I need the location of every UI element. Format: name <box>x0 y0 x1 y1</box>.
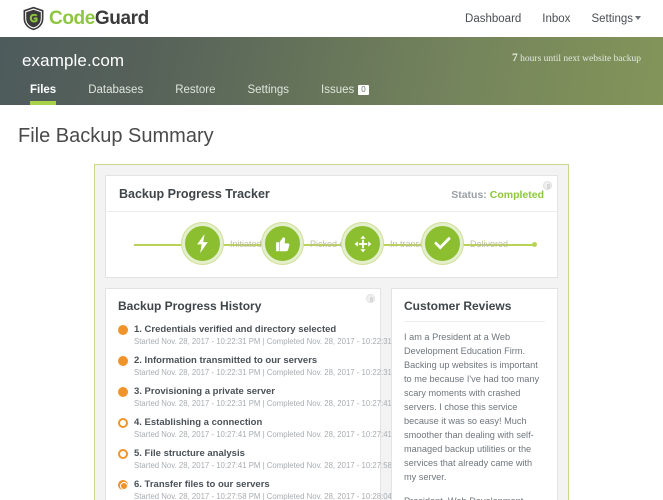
tab-issues-label: Issues <box>321 84 355 96</box>
status-bullet-icon <box>118 325 128 335</box>
tab-files[interactable]: Files <box>14 84 72 105</box>
history-title: Backup Progress History <box>118 299 262 313</box>
history-item-label: 6. Transfer files to our servers <box>134 479 270 490</box>
history-item-times: Started Nov. 28, 2017 - 10:22:31 PM | Co… <box>134 399 406 408</box>
tab-issues[interactable]: Issues 0 <box>305 84 385 105</box>
customer-reviews-panel: Customer Reviews I am a President at a W… <box>391 288 558 500</box>
history-item-times: Started Nov. 28, 2017 - 10:22:31 PM | Co… <box>134 337 406 346</box>
review-text: I am a President at a Web Development Ed… <box>404 332 540 482</box>
countdown-text: hours until next website backup <box>517 54 641 64</box>
tracker-status-label: Status: <box>451 189 487 201</box>
nav-item-settings-label: Settings <box>591 12 633 25</box>
status-bullet-icon <box>118 356 128 366</box>
history-item-label: 4. Establishing a connection <box>134 417 263 428</box>
tracker-title: Backup Progress Tracker <box>119 187 270 201</box>
status-bullet-icon <box>118 418 128 428</box>
history-item-label: 3. Provisioning a private server <box>134 386 275 397</box>
history-item-label: 1. Credentials verified and directory se… <box>134 324 337 335</box>
report-columns: Backup Progress History 1. Credentials v… <box>105 288 558 500</box>
step-circle <box>182 223 223 264</box>
shield-g-icon <box>22 6 45 31</box>
history-item-times: Started Nov. 28, 2017 - 10:22:31 PM | Co… <box>134 368 406 377</box>
tracker-step-delivered: Delivered <box>422 223 508 264</box>
step-label: Delivered <box>470 238 509 249</box>
tracker-status: Status: Completed <box>451 189 544 201</box>
nav-item-dashboard[interactable]: Dashboard <box>465 13 521 25</box>
tracker-steps-area: Initiated Picked up In transit Delivered <box>106 212 557 277</box>
reviews-title: Customer Reviews <box>404 299 512 313</box>
history-item: 1. Credentials verified and directory se… <box>118 321 406 352</box>
step-circle <box>342 223 383 264</box>
history-item: 4. Establishing a connection Started Nov… <box>118 414 406 445</box>
check-icon <box>433 236 452 251</box>
history-item: 6. Transfer files to our servers Started… <box>118 476 406 500</box>
page-title: File Backup Summary <box>18 125 214 147</box>
tab-settings[interactable]: Settings <box>231 84 305 105</box>
thumbs-up-icon <box>274 235 292 253</box>
progress-report-frame: Backup Progress Tracker Status: Complete… <box>94 164 569 500</box>
step-circle <box>262 223 303 264</box>
tracker-step-in-transit: In transit <box>342 223 425 264</box>
chevron-down-icon <box>635 15 641 20</box>
tracker-header: Backup Progress Tracker Status: Complete… <box>106 176 557 212</box>
tab-databases[interactable]: Databases <box>72 84 159 105</box>
global-nav: Dashboard Inbox Settings <box>465 13 641 25</box>
history-item: 3. Provisioning a private server Started… <box>118 383 406 414</box>
nav-item-inbox[interactable]: Inbox <box>542 13 570 25</box>
step-label: Initiated <box>230 238 262 249</box>
backup-progress-tracker-panel: Backup Progress Tracker Status: Complete… <box>105 175 558 278</box>
next-backup-countdown: 7 hours until next website backup <box>512 52 641 64</box>
brand-logo[interactable]: CodeGuard <box>22 6 149 31</box>
site-header: example.com 7 hours until next website b… <box>0 37 663 105</box>
tracker-steps: Initiated Picked up In transit Delivered <box>106 212 557 277</box>
status-bullet-icon <box>118 387 128 397</box>
status-bullet-icon <box>118 480 128 490</box>
status-bullet-icon <box>118 449 128 459</box>
history-column: Backup Progress History 1. Credentials v… <box>105 288 406 500</box>
divider <box>404 321 545 322</box>
tracker-step-picked-up: Picked up <box>262 223 350 264</box>
history-item-times: Started Nov. 28, 2017 - 10:27:58 PM | Co… <box>134 492 406 500</box>
issues-count-badge: 0 <box>358 85 369 95</box>
help-circle-icon[interactable] <box>366 294 375 303</box>
step-label: In transit <box>390 238 425 249</box>
brand-name-first: Code <box>49 8 95 29</box>
lightning-bolt-icon <box>194 234 211 253</box>
history-item: 2. Information transmitted to our server… <box>118 352 406 383</box>
tab-restore[interactable]: Restore <box>159 84 231 105</box>
review-author: President, Web Development Education Fir… <box>404 494 545 500</box>
history-item-times: Started Nov. 28, 2017 - 10:27:41 PM | Co… <box>134 461 406 470</box>
history-item-times: Started Nov. 28, 2017 - 10:27:41 PM | Co… <box>134 430 406 439</box>
step-circle <box>422 223 463 264</box>
history-list: 1. Credentials verified and directory se… <box>106 321 406 500</box>
history-item-label: 5. File structure analysis <box>134 448 245 459</box>
history-item: 5. File structure analysis Started Nov. … <box>118 445 406 476</box>
brand-name-second: Guard <box>94 8 149 29</box>
backup-progress-history-panel: Backup Progress History 1. Credentials v… <box>105 288 406 500</box>
history-item-label: 2. Information transmitted to our server… <box>134 355 318 366</box>
nav-item-settings[interactable]: Settings <box>591 13 641 25</box>
move-arrows-icon <box>354 235 372 253</box>
help-circle-icon[interactable] <box>543 181 552 190</box>
top-bar: CodeGuard Dashboard Inbox Settings <box>0 0 663 37</box>
site-tabs: Files Databases Restore Settings Issues 0 <box>14 84 385 105</box>
tracker-status-value: Completed <box>489 189 544 201</box>
brand-wordmark: CodeGuard <box>49 9 149 28</box>
tracker-step-initiated: Initiated <box>182 223 262 264</box>
page-body: File Backup Summary Backup Progress Trac… <box>0 105 663 500</box>
sidebar-column: Customer Reviews I am a President at a W… <box>391 288 558 500</box>
